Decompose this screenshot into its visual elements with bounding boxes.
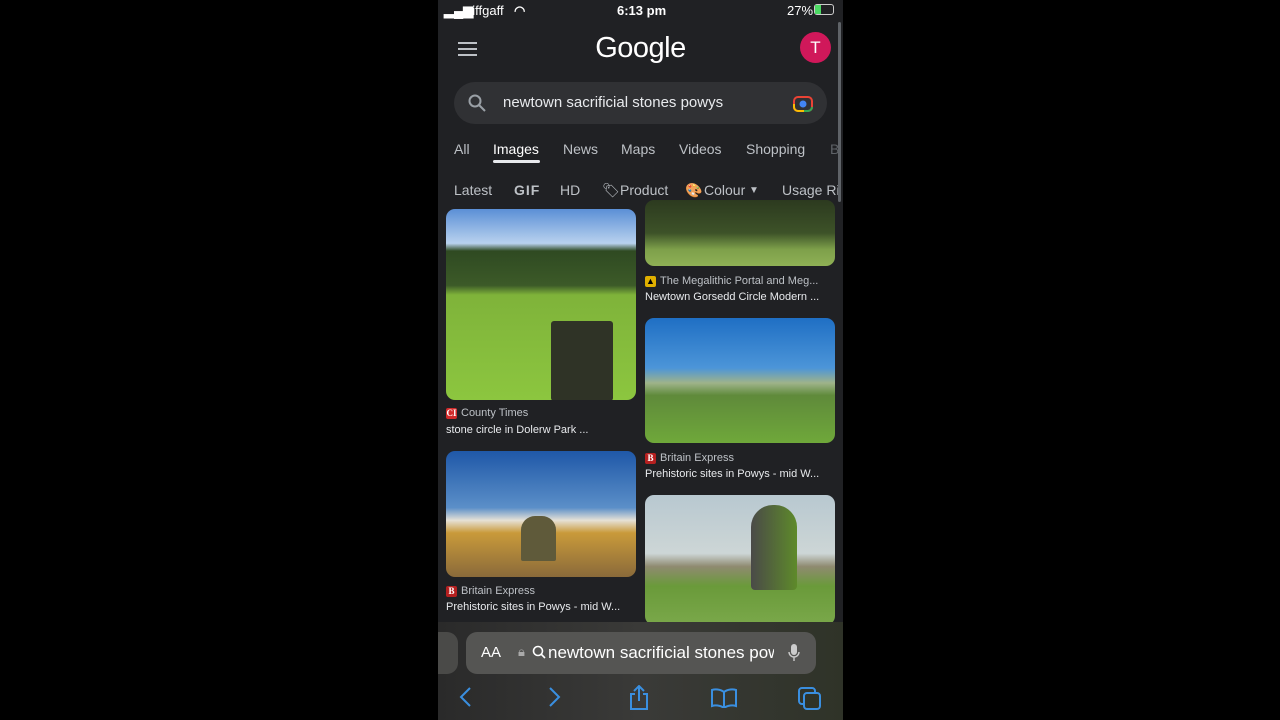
palette-icon: 🎨 <box>685 182 703 198</box>
county-times-favicon: CI <box>446 407 457 419</box>
tab-maps[interactable]: Maps <box>621 141 655 157</box>
search-bar[interactable]: newtown sacrificial stones powys <box>454 82 827 124</box>
standing-stone <box>751 505 797 590</box>
result-image[interactable] <box>645 318 835 443</box>
tab-images[interactable]: Images <box>493 141 539 157</box>
result-image[interactable] <box>645 200 835 266</box>
camera-lens-icon[interactable] <box>793 94 813 112</box>
source-name: Britain Express <box>660 452 734 464</box>
search-icon[interactable] <box>468 94 486 112</box>
battery-percent: 27% <box>787 3 814 18</box>
address-bar[interactable]: AA 🔒︎ newtown sacrificial stones pow <box>466 632 816 674</box>
chip-colour[interactable]: Colour <box>704 182 745 198</box>
result-title[interactable]: Newtown Gorsedd Circle Modern ... <box>645 291 819 303</box>
result-image[interactable] <box>645 495 835 625</box>
source-name: The Megalithic Portal and Meg... <box>660 275 819 287</box>
tab-news[interactable]: News <box>563 141 598 157</box>
result-title[interactable]: stone circle in Dolerw Park ... <box>446 424 588 436</box>
source-name: Britain Express <box>461 585 535 597</box>
phone-screen: ▂▄▆ giffgaff ◠ 6:13 pm 27% Google T newt… <box>438 0 843 720</box>
text-size-button[interactable]: AA <box>481 644 501 661</box>
chip-usage-rights[interactable]: Usage Ri <box>782 182 840 198</box>
google-logo[interactable]: Google <box>438 32 843 65</box>
clock: 6:13 pm <box>617 3 667 18</box>
britain-express-favicon: B <box>645 452 656 464</box>
megalithic-portal-favicon: ▲ <box>645 275 656 287</box>
carrier: giffgaff <box>465 3 504 18</box>
result-source: ▲ The Megalithic Portal and Meg... <box>645 275 818 287</box>
bookmarks-icon[interactable] <box>710 688 738 708</box>
microphone-icon[interactable] <box>787 643 801 663</box>
lock-icon: 🔒︎ <box>518 644 525 659</box>
avatar[interactable]: T <box>800 32 831 63</box>
result-source: B Britain Express <box>446 585 535 597</box>
tag-icon: 🏷 <box>602 182 620 198</box>
result-source: CI County Times <box>446 407 528 419</box>
tabs-icon[interactable] <box>798 687 822 711</box>
chip-gif[interactable]: GIF <box>514 182 540 198</box>
active-tab-indicator <box>493 160 540 163</box>
safari-bottom-bar: AA 🔒︎ newtown sacrificial stones pow <box>438 622 843 720</box>
scrollbar[interactable] <box>838 22 841 202</box>
wifi-icon: ◠ <box>514 3 526 18</box>
standing-stone <box>521 516 556 561</box>
search-input[interactable]: newtown sacrificial stones powys <box>503 94 723 111</box>
tab-videos[interactable]: Videos <box>679 141 722 157</box>
tab-all[interactable]: All <box>454 141 470 157</box>
url-text[interactable]: newtown sacrificial stones pow <box>548 643 774 663</box>
result-title[interactable]: Prehistoric sites in Powys - mid W... <box>446 601 620 613</box>
chevron-down-icon: ▼ <box>749 185 759 196</box>
britain-express-favicon: B <box>446 585 457 597</box>
result-image[interactable] <box>446 209 636 400</box>
forward-icon[interactable] <box>546 686 562 708</box>
previous-tab-preview[interactable] <box>438 632 458 674</box>
back-icon[interactable] <box>458 686 474 708</box>
chip-product[interactable]: Product <box>620 182 668 198</box>
source-name: County Times <box>461 407 529 419</box>
result-source: B Britain Express <box>645 452 734 464</box>
result-title[interactable]: Prehistoric sites in Powys - mid W... <box>645 468 819 480</box>
chip-hd[interactable]: HD <box>560 182 580 198</box>
battery-icon <box>814 4 834 15</box>
search-icon <box>532 645 546 659</box>
tab-shopping[interactable]: Shopping <box>746 141 805 157</box>
result-image[interactable] <box>446 451 636 577</box>
chip-latest[interactable]: Latest <box>454 182 492 198</box>
share-icon[interactable] <box>628 685 650 711</box>
standing-stone <box>551 321 613 400</box>
